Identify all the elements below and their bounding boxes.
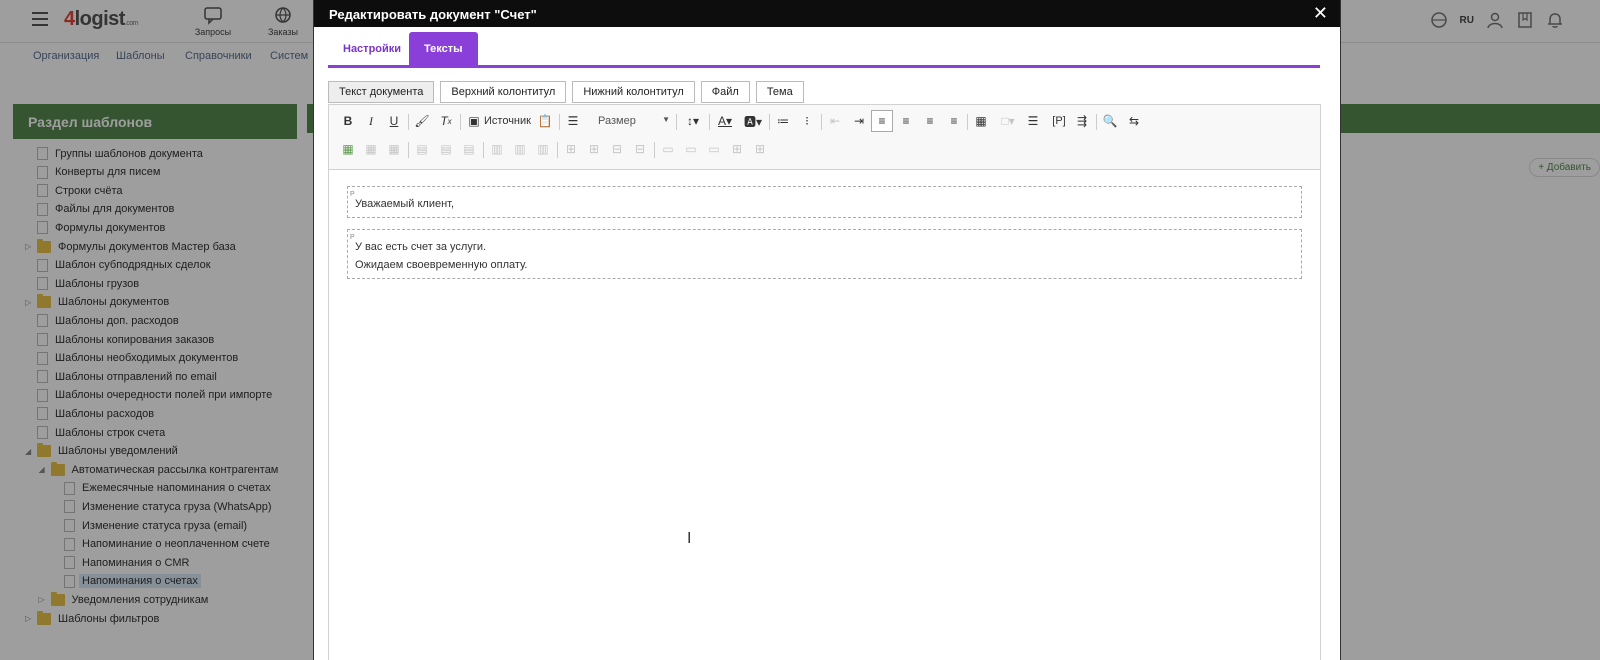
format-painter-icon[interactable]: 🖌 bbox=[413, 112, 431, 130]
table-icon[interactable]: ▦ bbox=[972, 112, 990, 130]
cell-style-icon: ⊟ bbox=[634, 142, 646, 156]
editor-toolbar: B I U 🖌 Tx ▣ Источник 📋 ☰ Размер ▼ ↕▾ A▾ … bbox=[329, 105, 1320, 170]
tab-texts[interactable]: Тексты bbox=[409, 32, 478, 65]
modal-tabs: Настройки Тексты bbox=[314, 27, 1340, 69]
paragraph-icon[interactable]: [P] bbox=[1048, 112, 1070, 130]
cell-merge-down-icon: ⊞ bbox=[754, 142, 766, 156]
tab-settings[interactable]: Настройки bbox=[328, 32, 416, 65]
chevron-down-icon: ▼ bbox=[662, 115, 670, 124]
delete-table-icon: ▦ bbox=[365, 142, 377, 156]
bold-icon[interactable]: B bbox=[339, 112, 357, 130]
source-icon[interactable]: ▣ bbox=[465, 112, 483, 130]
paragraph-line: У вас есть счет за услуги. bbox=[355, 241, 487, 253]
paragraph-block[interactable]: P Уважаемый клиент, bbox=[347, 186, 1302, 218]
paste-icon[interactable]: 📋 bbox=[536, 112, 554, 130]
split-cell-icon: ⊞ bbox=[565, 142, 577, 156]
subtab-document-text[interactable]: Текст документа bbox=[328, 81, 435, 103]
cell-align-bottom-icon: ▭ bbox=[708, 142, 720, 156]
merge-cell-icon: ⊞ bbox=[588, 142, 600, 156]
subtab-file[interactable]: Файл bbox=[700, 81, 750, 103]
paragraph-line: Уважаемый клиент, bbox=[355, 198, 455, 210]
align-justify-icon[interactable]: ≡ bbox=[945, 112, 963, 130]
tab-underline bbox=[328, 65, 1320, 68]
page-break-icon[interactable]: ⇶ bbox=[1073, 112, 1091, 130]
line-height-icon[interactable]: ↕▾ bbox=[681, 112, 705, 130]
cell-align-middle-icon: ▭ bbox=[685, 142, 697, 156]
font-size-select[interactable]: Размер ▼ bbox=[598, 115, 670, 127]
clear-format-icon[interactable]: Tx bbox=[437, 112, 455, 130]
editor-content[interactable]: P Уважаемый клиент, P У вас есть счет за… bbox=[347, 186, 1302, 290]
paragraph-marker: P bbox=[350, 234, 355, 241]
paragraph-marker: P bbox=[350, 191, 355, 198]
delete-column-icon: ▥ bbox=[537, 142, 549, 156]
subtab-subject[interactable]: Тема bbox=[755, 81, 804, 103]
insert-column-right-icon: ▥ bbox=[514, 142, 526, 156]
insert-row-below-icon: ▤ bbox=[440, 142, 452, 156]
close-icon[interactable]: ✕ bbox=[1313, 4, 1328, 22]
modal-title: Редактировать документ "Счет" bbox=[329, 7, 537, 22]
replace-icon[interactable]: ⇆ bbox=[1125, 112, 1143, 130]
insert-column-left-icon: ▥ bbox=[491, 142, 503, 156]
indent-list-icon[interactable]: ☰ bbox=[564, 112, 582, 130]
bulleted-list-icon[interactable]: ⁝ bbox=[798, 112, 816, 130]
horizontal-line-icon[interactable]: ☰ bbox=[1024, 112, 1042, 130]
delete-row-icon: ▤ bbox=[463, 142, 475, 156]
paragraph-block[interactable]: P У вас есть счет за услуги. Ожидаем сво… bbox=[347, 229, 1302, 279]
cell-properties-icon: ⊟ bbox=[611, 142, 623, 156]
indent-icon[interactable]: ⇥ bbox=[850, 112, 868, 130]
text-subtabs: Текст документа Верхний колонтитул Нижни… bbox=[328, 81, 804, 103]
subtab-header[interactable]: Верхний колонтитул bbox=[440, 81, 567, 103]
edit-document-modal: Редактировать документ "Счет" ✕ Настройк… bbox=[313, 0, 1341, 660]
align-right-icon[interactable]: ≡ bbox=[921, 112, 939, 130]
background-color-icon[interactable]: 🅰▾ bbox=[741, 112, 765, 130]
text-color-icon[interactable]: A▾ bbox=[713, 112, 737, 130]
table-properties-icon: ▦ bbox=[388, 142, 400, 156]
paragraph-line: Ожидаем своевременную оплату. bbox=[355, 259, 528, 271]
text-cursor-icon: I bbox=[687, 530, 692, 547]
numbered-list-icon[interactable]: ≔ bbox=[774, 112, 792, 130]
underline-icon[interactable]: U bbox=[385, 112, 403, 130]
cell-merge-right-icon: ⊞ bbox=[731, 142, 743, 156]
outdent-icon: ⇤ bbox=[829, 114, 841, 128]
modal-title-bar: Редактировать документ "Счет" ✕ bbox=[314, 0, 1340, 27]
align-left-icon[interactable]: ≡ bbox=[871, 110, 893, 132]
source-button[interactable]: Источник bbox=[484, 115, 531, 127]
table-borders-icon: □▾ bbox=[1001, 114, 1015, 128]
cell-align-top-icon: ▭ bbox=[662, 142, 674, 156]
insert-row-above-icon: ▤ bbox=[416, 142, 428, 156]
insert-table-icon[interactable]: ▦ bbox=[339, 140, 357, 158]
italic-icon[interactable]: I bbox=[362, 112, 380, 130]
align-center-icon[interactable]: ≡ bbox=[897, 112, 915, 130]
subtab-footer[interactable]: Нижний колонтитул bbox=[572, 81, 695, 103]
rich-text-editor: B I U 🖌 Tx ▣ Источник 📋 ☰ Размер ▼ ↕▾ A▾ … bbox=[328, 104, 1321, 660]
search-icon[interactable]: 🔍 bbox=[1101, 112, 1119, 130]
